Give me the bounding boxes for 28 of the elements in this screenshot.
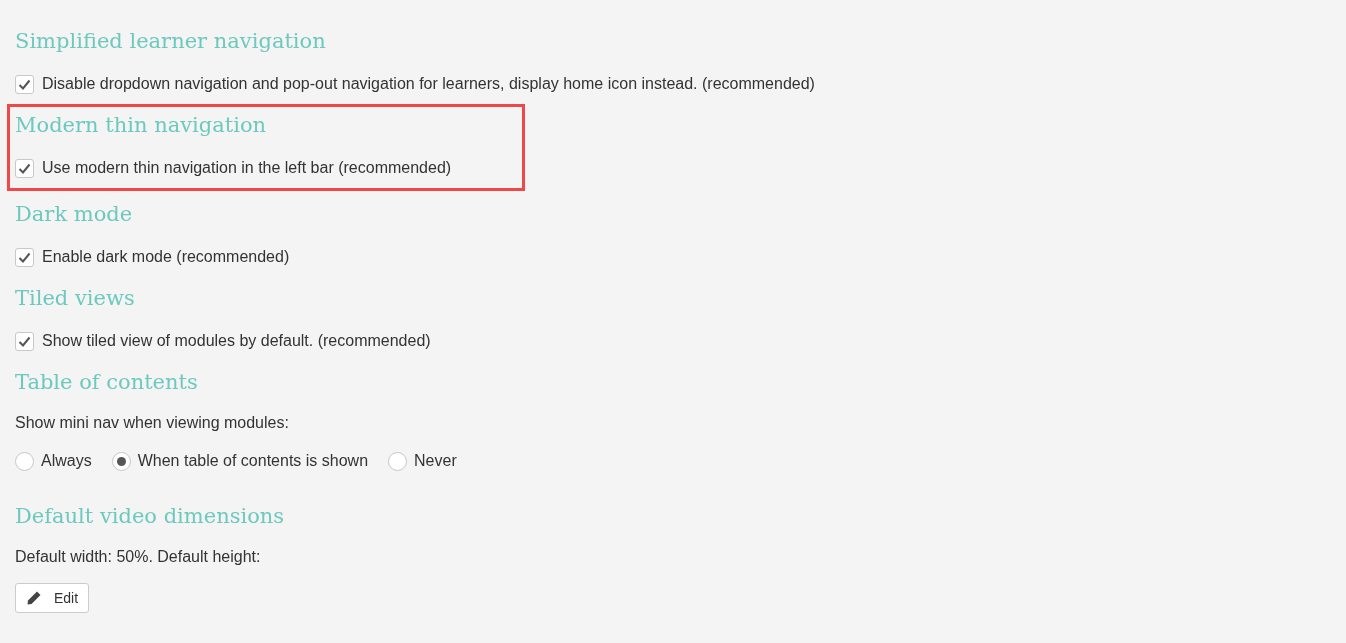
radio-label: When table of contents is shown xyxy=(137,451,369,471)
radio-label: Always xyxy=(41,451,92,471)
checkbox-label: Use modern thin navigation in the left bar (recommended) xyxy=(42,158,452,178)
checkbox[interactable] xyxy=(15,247,34,267)
checkbox-label: Disable dropdown navigation and pop-out navigation for learners, display home icon instead. (recommended) xyxy=(42,74,815,94)
section-heading: Simplified learner navigation xyxy=(15,28,327,55)
section-heading: Table of contents xyxy=(15,369,199,396)
checkbox-label: Enable dark mode (recommended) xyxy=(42,247,290,267)
description-text: Default width: 50%. Default height: xyxy=(15,547,262,567)
section-heading: Tiled views xyxy=(15,285,136,312)
checkbox-label: Show tiled view of modules by default. (recommended) xyxy=(42,331,431,351)
pencil-icon xyxy=(26,590,42,606)
description-text: Show mini nav when viewing modules: xyxy=(15,413,290,433)
check-icon xyxy=(18,251,31,263)
section-heading: Default video dimensions xyxy=(15,503,286,530)
radio-button[interactable] xyxy=(111,451,131,471)
checkbox[interactable] xyxy=(15,158,34,178)
check-icon xyxy=(18,162,31,174)
radio-button[interactable] xyxy=(388,451,408,471)
checkbox[interactable] xyxy=(15,74,34,94)
checkbox[interactable] xyxy=(15,331,34,351)
check-icon xyxy=(18,335,31,347)
section-heading: Modern thin navigation xyxy=(15,112,268,139)
edit-button[interactable]: Edit xyxy=(15,583,90,613)
radio-button[interactable] xyxy=(15,451,34,471)
check-icon xyxy=(18,78,31,90)
radio-label: Never xyxy=(414,451,457,471)
section-heading: Dark mode xyxy=(15,201,134,228)
